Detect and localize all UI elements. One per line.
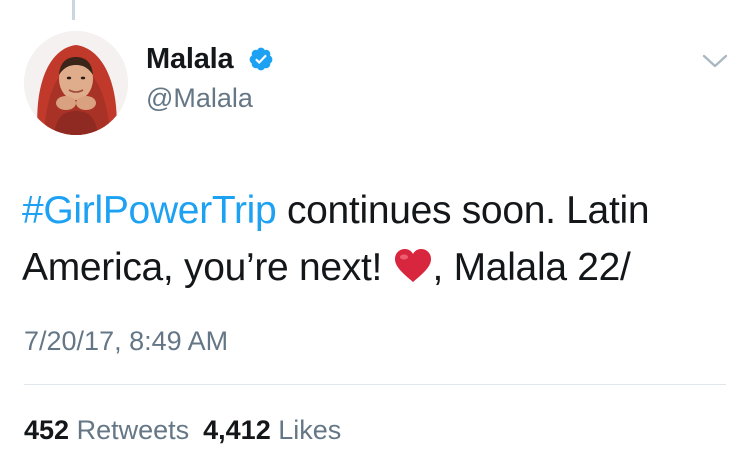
retweets-stat[interactable]: 452 Retweets [24,415,189,445]
divider [24,384,726,385]
tweet-text-part2: , Malala 22/ [432,246,631,289]
timestamp[interactable]: 7/20/17, 8:49 AM [24,325,228,357]
tweet-stats: 452 Retweets 4,412 Likes [24,414,341,446]
hashtag-link[interactable]: #GirlPowerTrip [22,189,277,232]
heart-emoji [394,249,431,282]
chevron-down-icon[interactable] [700,50,730,72]
likes-count: 4,412 [203,415,271,445]
avatar[interactable] [24,31,128,135]
tweet-card: Malala @Malala #GirlPowerTrip continues … [0,0,750,458]
likes-stat[interactable]: 4,412 Likes [203,415,341,445]
thread-line [72,0,75,20]
likes-label: Likes [278,415,342,445]
retweets-label: Retweets [76,415,190,445]
display-name[interactable]: Malala [146,42,234,76]
tweet-text: #GirlPowerTrip continues soon. Latin Ame… [22,182,732,296]
verified-icon [249,47,273,71]
retweets-count: 452 [24,415,70,445]
handle[interactable]: @Malala [146,82,253,114]
